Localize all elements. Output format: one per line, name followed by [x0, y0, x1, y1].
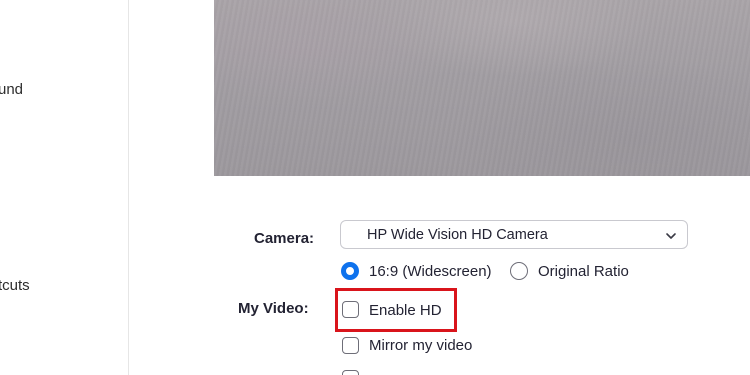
- radio-widescreen[interactable]: [341, 262, 359, 280]
- video-settings-window: und tcuts Camera: HP Wide Vision HD Came…: [0, 0, 750, 375]
- mirror-video-checkbox[interactable]: [342, 337, 359, 354]
- settings-sidebar: und tcuts: [0, 0, 129, 375]
- radio-widescreen-label[interactable]: 16:9 (Widescreen): [369, 263, 492, 280]
- chevron-down-icon: [665, 229, 677, 241]
- camera-select[interactable]: HP Wide Vision HD Camera: [340, 220, 688, 249]
- next-option-checkbox[interactable]: [342, 370, 359, 375]
- camera-select-value: HP Wide Vision HD Camera: [367, 227, 548, 243]
- enable-hd-highlight-box: [335, 288, 457, 332]
- camera-preview-feed: [214, 0, 750, 176]
- camera-label: Camera:: [254, 230, 315, 247]
- my-video-label: My Video:: [238, 300, 309, 317]
- mirror-video-label[interactable]: Mirror my video: [369, 337, 472, 354]
- sidebar-item-shortcuts[interactable]: tcuts: [0, 277, 30, 294]
- sidebar-item-background[interactable]: und: [0, 81, 23, 98]
- camera-preview: [214, 0, 750, 176]
- radio-original-ratio[interactable]: [510, 262, 528, 280]
- radio-original-ratio-label[interactable]: Original Ratio: [538, 263, 629, 280]
